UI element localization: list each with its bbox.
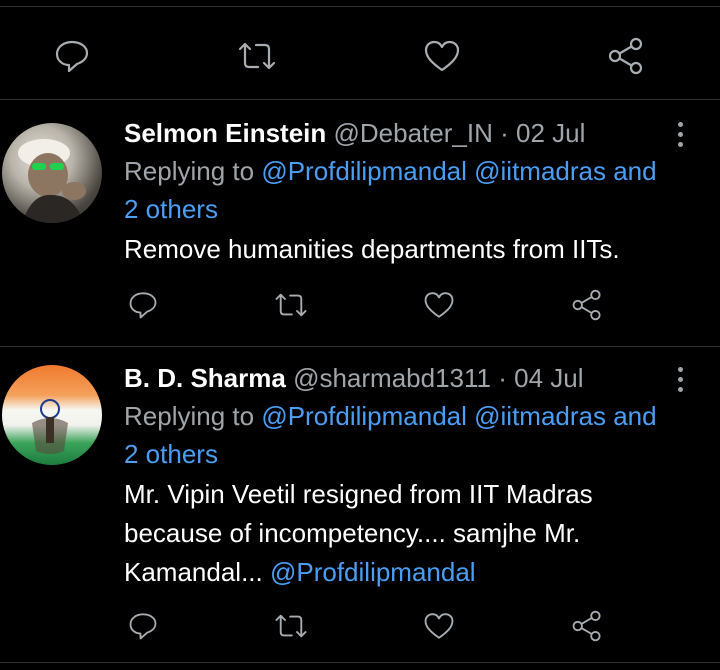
retweet-icon <box>238 42 276 70</box>
tweet-actions <box>0 603 720 649</box>
tweet-header: B. D. Sharma @sharmabd1311 · 04 Jul <box>124 361 700 395</box>
reply-icon <box>129 613 157 640</box>
tweet-text-line-2: because of incompetency.... samjhe Mr. <box>124 518 581 548</box>
tweet-mention[interactable]: @Profdilipmandal <box>270 557 476 587</box>
tweet-text: Remove humanities departments from IITs. <box>124 234 620 264</box>
author-name[interactable]: Selmon Einstein <box>124 118 326 148</box>
share-icon <box>572 610 601 642</box>
tweet-date[interactable]: 04 Jul <box>514 363 583 393</box>
like-button[interactable] <box>418 605 460 647</box>
tweet-header: Selmon Einstein @Debater_IN · 02 Jul <box>124 116 700 150</box>
action-bar-previous <box>0 30 720 80</box>
replying-others[interactable]: 2 others <box>124 439 218 469</box>
author-handle[interactable]: @sharmabd1311 <box>293 363 491 393</box>
avatar[interactable] <box>2 365 102 465</box>
reply-button[interactable] <box>122 284 164 326</box>
retweet-button[interactable] <box>270 605 312 647</box>
retweet-icon <box>275 293 307 317</box>
separator: · <box>500 118 509 148</box>
replying-mentions[interactable]: @Profdilipmandal @iitmadras and <box>261 156 656 186</box>
tweet-body: B. D. Sharma @sharmabd1311 · 04 Jul Repl… <box>124 361 700 592</box>
divider <box>0 662 720 663</box>
retweet-icon <box>275 614 307 638</box>
replying-mentions[interactable]: @Profdilipmandal @iitmadras and <box>261 401 656 431</box>
replying-prefix: Replying to <box>124 401 255 431</box>
reply-button[interactable] <box>50 34 94 78</box>
tweet-text-line-3: Kamandal... <box>124 557 263 587</box>
share-button[interactable] <box>566 605 608 647</box>
avatar-image <box>18 139 86 223</box>
tweet-date[interactable]: 02 Jul <box>516 118 585 148</box>
heart-icon <box>424 613 454 639</box>
avatar-image <box>32 399 68 454</box>
top-divider <box>0 6 720 7</box>
replying-prefix: Replying to <box>124 156 255 186</box>
separator: · <box>498 363 507 393</box>
tweet-text-line-1: Mr. Vipin Veetil resigned from IIT Madra… <box>124 479 593 509</box>
tweet-1[interactable]: Selmon Einstein @Debater_IN · 02 Jul Rep… <box>0 100 720 346</box>
more-vertical-icon[interactable] <box>678 122 686 147</box>
retweet-button[interactable] <box>270 284 312 326</box>
share-icon <box>608 37 643 75</box>
tweet-actions <box>0 282 720 328</box>
heart-icon <box>424 40 460 72</box>
replying-to: Replying to @Profdilipmandal @iitmadras … <box>124 152 700 228</box>
tweet-text: Mr. Vipin Veetil resigned from IIT Madra… <box>124 475 700 592</box>
author-handle[interactable]: @Debater_IN <box>334 118 493 148</box>
reply-icon <box>129 292 157 319</box>
reply-icon <box>55 40 89 73</box>
like-button[interactable] <box>420 34 464 78</box>
avatar[interactable] <box>2 123 102 223</box>
like-button[interactable] <box>418 284 460 326</box>
replying-others[interactable]: 2 others <box>124 194 218 224</box>
author-name[interactable]: B. D. Sharma <box>124 363 286 393</box>
reply-button[interactable] <box>122 605 164 647</box>
share-icon <box>572 289 601 321</box>
heart-icon <box>424 292 454 318</box>
share-button[interactable] <box>566 284 608 326</box>
retweet-button[interactable] <box>235 34 279 78</box>
tweet-2[interactable]: B. D. Sharma @sharmabd1311 · 04 Jul Repl… <box>0 347 720 670</box>
tweet-body: Selmon Einstein @Debater_IN · 02 Jul Rep… <box>124 116 700 269</box>
more-vertical-icon[interactable] <box>678 367 686 392</box>
replying-to: Replying to @Profdilipmandal @iitmadras … <box>124 397 700 473</box>
share-button[interactable] <box>604 34 648 78</box>
